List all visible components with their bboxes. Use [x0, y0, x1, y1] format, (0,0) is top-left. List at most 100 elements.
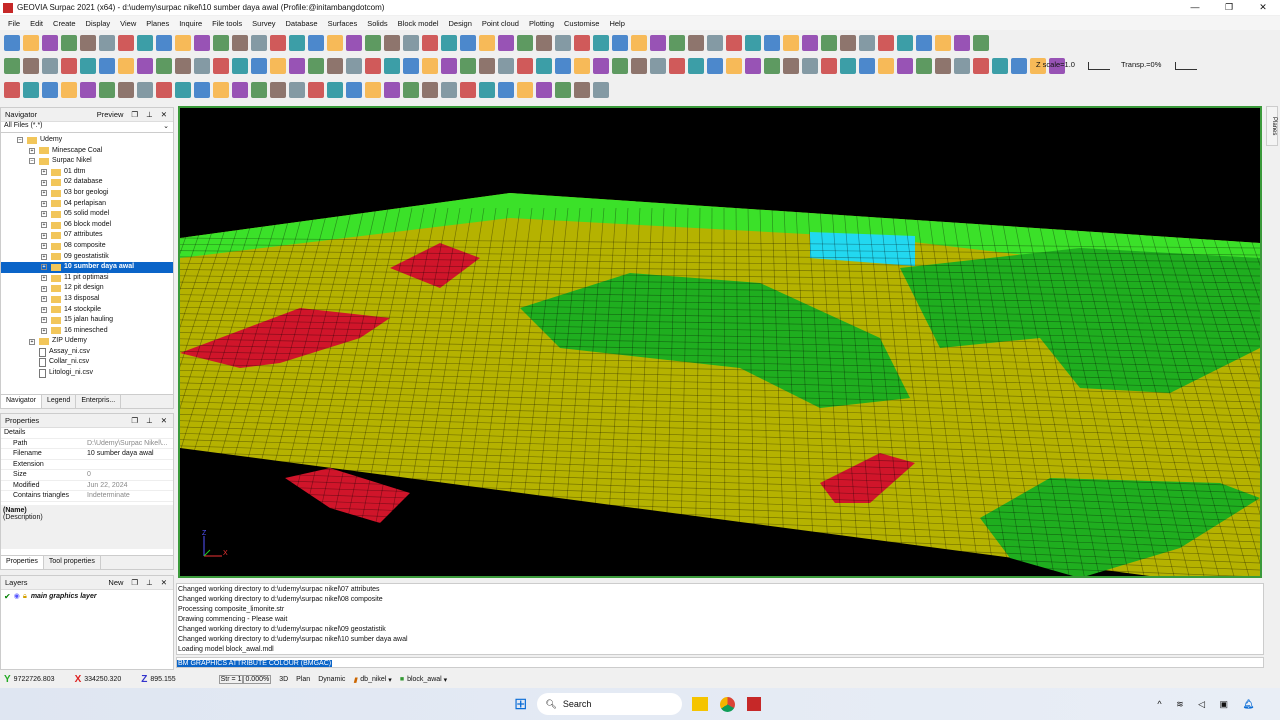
toolbar-tool-icon[interactable] — [555, 35, 571, 51]
toolbar-tool-icon[interactable] — [840, 35, 856, 51]
toolbar-tool-icon[interactable] — [441, 58, 457, 74]
tree-item[interactable]: +11 pit optimasi — [1, 273, 173, 284]
property-row[interactable]: Modified Jun 22, 2024 — [1, 481, 173, 491]
toolbar-tool-icon[interactable] — [897, 35, 913, 51]
toolbar-tool-icon[interactable] — [498, 58, 514, 74]
toolbar-tool-icon[interactable] — [194, 58, 210, 74]
toolbar-tool-icon[interactable] — [878, 58, 894, 74]
toolbar-tool-icon[interactable] — [973, 35, 989, 51]
menu-customise[interactable]: Customise — [564, 19, 599, 28]
toolbar-tool-icon[interactable] — [137, 82, 153, 98]
minimize-button[interactable]: — — [1178, 0, 1212, 15]
toolbar-tool-icon[interactable] — [365, 35, 381, 51]
property-row[interactable]: Contains triangles Indeterminate — [1, 491, 173, 502]
tab-tool-properties[interactable]: Tool properties — [44, 556, 101, 569]
toolbar-tool-icon[interactable] — [384, 82, 400, 98]
toolbar-tool-icon[interactable] — [1011, 58, 1027, 74]
toolbar-tool-icon[interactable] — [650, 35, 666, 51]
tree-item[interactable]: + Minescape Coal — [1, 146, 173, 157]
menu-survey[interactable]: Survey — [252, 19, 275, 28]
close-icon[interactable]: ✕ — [161, 416, 167, 425]
toolbar-tool-icon[interactable] — [156, 58, 172, 74]
tree-item[interactable]: +07 attributes — [1, 230, 173, 241]
block-model-view[interactable] — [180, 108, 1262, 578]
toolbar-tool-icon[interactable] — [23, 35, 39, 51]
tree-item[interactable]: +03 bor geologi — [1, 188, 173, 199]
toolbar-tool-icon[interactable] — [536, 82, 552, 98]
pin-icon[interactable]: ⊥ — [146, 110, 153, 119]
expand-toggle-icon[interactable]: + — [41, 327, 47, 334]
float-icon[interactable]: ❐ — [131, 416, 138, 425]
expand-toggle-icon[interactable]: + — [41, 232, 47, 239]
expand-toggle-icon[interactable]: + — [29, 147, 35, 154]
toolbar-tool-icon[interactable] — [802, 35, 818, 51]
close-button[interactable]: ✕ — [1246, 0, 1280, 15]
toolbar-tool-icon[interactable] — [593, 35, 609, 51]
tree-item[interactable]: +08 composite — [1, 241, 173, 252]
toolbar-tool-icon[interactable] — [270, 58, 286, 74]
toolbar-tool-icon[interactable] — [289, 82, 305, 98]
menu-surfaces[interactable]: Surfaces — [328, 19, 358, 28]
toolbar-tool-icon[interactable] — [42, 82, 58, 98]
toolbar-tool-icon[interactable] — [764, 58, 780, 74]
expand-toggle-icon[interactable]: + — [41, 306, 47, 313]
menu-plotting[interactable]: Plotting — [529, 19, 554, 28]
toolbar-tool-icon[interactable] — [403, 35, 419, 51]
toolbar-tool-icon[interactable] — [517, 35, 533, 51]
new-layer-button[interactable]: New — [108, 578, 123, 587]
toolbar-tool-icon[interactable] — [745, 58, 761, 74]
toolbar-tool-icon[interactable] — [232, 58, 248, 74]
menu-inquire[interactable]: Inquire — [179, 19, 202, 28]
tree-item[interactable]: +09 geostatistik — [1, 252, 173, 263]
menu-point-cloud[interactable]: Point cloud — [482, 19, 519, 28]
taskbar-search[interactable]: 🔍︎ Search — [537, 693, 683, 715]
toolbar-tool-icon[interactable] — [688, 35, 704, 51]
toolbar-tool-icon[interactable] — [403, 82, 419, 98]
menu-edit[interactable]: Edit — [30, 19, 43, 28]
toolbar-tool-icon[interactable] — [194, 35, 210, 51]
toolbar-tool-icon[interactable] — [688, 58, 704, 74]
details-section[interactable]: Details — [1, 428, 25, 438]
toolbar-tool-icon[interactable] — [365, 58, 381, 74]
toolbar-tool-icon[interactable] — [726, 58, 742, 74]
menu-view[interactable]: View — [120, 19, 136, 28]
toolbar-tool-icon[interactable] — [213, 82, 229, 98]
expand-toggle-icon[interactable]: + — [41, 222, 47, 229]
toolbar-tool-icon[interactable] — [517, 58, 533, 74]
toolbar-tool-icon[interactable] — [726, 35, 742, 51]
expand-toggle-icon[interactable]: + — [41, 211, 47, 218]
pin-icon[interactable]: ⊥ — [146, 416, 153, 425]
windows-start-icon[interactable]: ⊞ — [514, 694, 527, 714]
tree-item[interactable]: +14 stockpile — [1, 305, 173, 316]
toolbar-tool-icon[interactable] — [99, 35, 115, 51]
toolbar-tool-icon[interactable] — [42, 35, 58, 51]
menu-file[interactable]: File — [8, 19, 20, 28]
toolbar-tool-icon[interactable] — [99, 82, 115, 98]
tree-item[interactable]: +16 minesched — [1, 326, 173, 337]
toolbar-tool-icon[interactable] — [764, 35, 780, 51]
toolbar-tool-icon[interactable] — [593, 82, 609, 98]
toolbar-tool-icon[interactable] — [878, 35, 894, 51]
toolbar-tool-icon[interactable] — [213, 58, 229, 74]
property-row[interactable]: Extension — [1, 460, 173, 470]
toolbar-tool-icon[interactable] — [707, 35, 723, 51]
toolbar-tool-icon[interactable] — [4, 58, 20, 74]
toolbar-tool-icon[interactable] — [61, 58, 77, 74]
toolbar-tool-icon[interactable] — [441, 82, 457, 98]
toolbar-tool-icon[interactable] — [935, 35, 951, 51]
expand-toggle-icon[interactable]: – — [29, 158, 35, 165]
close-icon[interactable]: ✕ — [161, 110, 167, 119]
percent-field[interactable]: 0.000% — [243, 675, 272, 684]
float-icon[interactable]: ❐ — [131, 110, 138, 119]
preview-button[interactable]: Preview — [97, 110, 124, 119]
toolbar-tool-icon[interactable] — [308, 58, 324, 74]
toolbar-tool-icon[interactable] — [650, 58, 666, 74]
pin-icon[interactable]: ⊥ — [146, 578, 153, 587]
tree-item[interactable]: – Udemy — [1, 135, 173, 146]
toolbar-tool-icon[interactable] — [916, 35, 932, 51]
toolbar-tool-icon[interactable] — [80, 82, 96, 98]
toolbar-tool-icon[interactable] — [916, 58, 932, 74]
tree-item[interactable]: +05 solid model — [1, 209, 173, 220]
toolbar-tool-icon[interactable] — [422, 58, 438, 74]
expand-toggle-icon[interactable]: + — [41, 317, 47, 324]
